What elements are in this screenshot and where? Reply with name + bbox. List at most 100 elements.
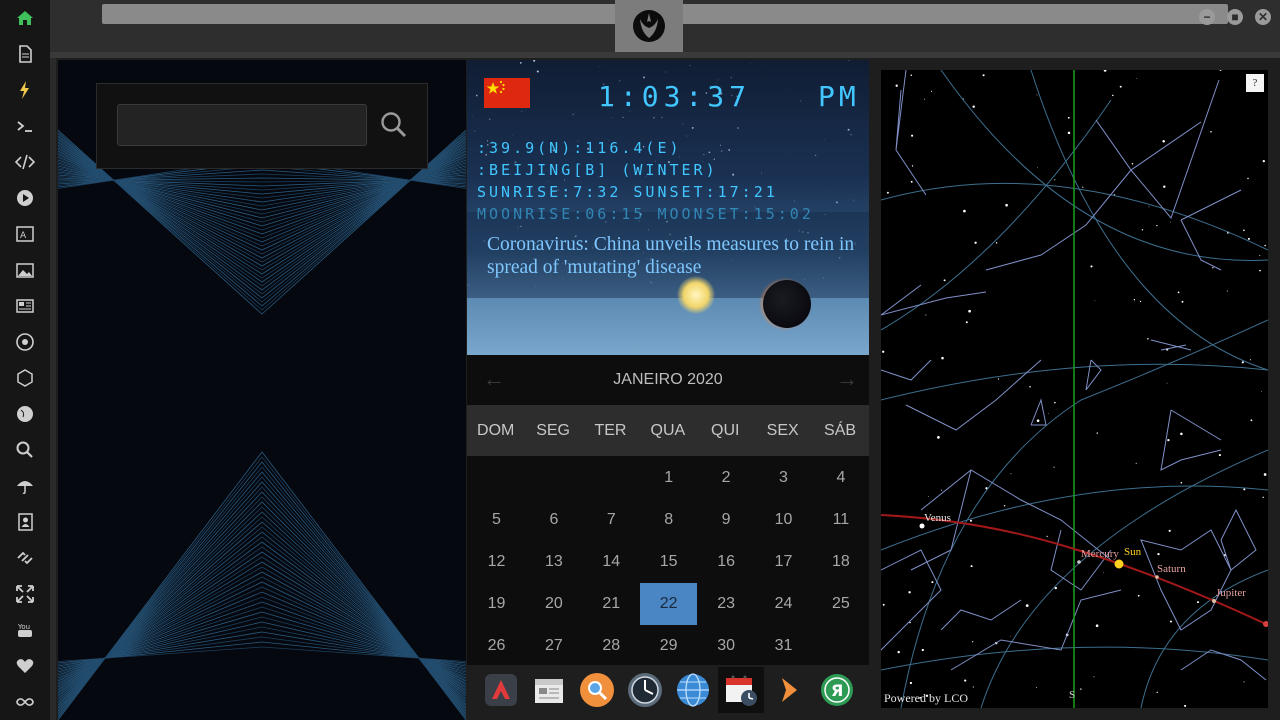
sun-marker[interactable] (1114, 559, 1124, 569)
south-direction-label: S (1069, 689, 1076, 701)
youtube-icon[interactable]: You (0, 612, 50, 648)
star (473, 130, 476, 133)
calendar-day[interactable]: 2 (698, 457, 755, 499)
calendar-day[interactable]: 15 (640, 541, 697, 583)
jupiter-marker[interactable] (1212, 599, 1216, 603)
calendar-day[interactable]: 24 (755, 583, 812, 625)
calendar-day[interactable]: 18 (812, 541, 869, 583)
calendar-day[interactable]: 12 (468, 541, 525, 583)
calendar-day[interactable]: 9 (698, 499, 755, 541)
search-button[interactable] (377, 108, 411, 142)
venus-marker[interactable] (919, 523, 925, 529)
coordinate-grid-line (1030, 70, 1268, 371)
star (713, 158, 715, 160)
star (1053, 466, 1055, 468)
calendar-day[interactable]: 10 (755, 499, 812, 541)
infinity-icon[interactable] (0, 684, 50, 720)
calendar-day[interactable]: 28 (583, 625, 640, 667)
link-icon[interactable] (0, 540, 50, 576)
calendar-day[interactable]: 26 (468, 625, 525, 667)
calendar-day[interactable]: 4 (812, 457, 869, 499)
mars-marker[interactable] (1263, 621, 1268, 627)
search-input[interactable] (117, 104, 367, 146)
expand-icon[interactable] (0, 576, 50, 612)
mercury-marker[interactable] (1077, 560, 1081, 564)
calendar-day[interactable]: 21 (583, 583, 640, 625)
star (737, 127, 739, 129)
umbrella-icon[interactable] (0, 468, 50, 504)
home-icon[interactable] (0, 0, 50, 36)
previous-month-arrow-icon[interactable]: ← (483, 366, 505, 392)
star (1010, 473, 1012, 475)
star (1169, 221, 1171, 223)
image-icon[interactable] (0, 252, 50, 288)
globe-icon[interactable] (0, 396, 50, 432)
calendar-day[interactable]: 13 (525, 541, 582, 583)
calendar-day[interactable]: 23 (698, 583, 755, 625)
calendar-day[interactable]: 7 (583, 499, 640, 541)
sky-map[interactable]: Venus Mercury Sun Saturn Jupiter S Power… (881, 70, 1268, 708)
chevron-line (58, 561, 466, 688)
calendar-day[interactable]: 17 (755, 541, 812, 583)
search-icon[interactable] (0, 432, 50, 468)
chevron-line (58, 167, 466, 215)
news-icon[interactable] (0, 288, 50, 324)
calendar-day[interactable]: 31 (755, 625, 812, 667)
clock-icon[interactable] (622, 667, 668, 713)
lightning-icon[interactable] (0, 72, 50, 108)
news-headline[interactable]: Coronavirus: China unveils measures to r… (487, 233, 857, 279)
star (546, 180, 548, 182)
globe-web-icon[interactable] (670, 667, 716, 713)
calendar-day[interactable]: 14 (583, 541, 640, 583)
hexagon-icon[interactable] (0, 360, 50, 396)
play-icon[interactable] (0, 180, 50, 216)
saturn-marker[interactable] (1155, 575, 1159, 579)
calendar-day[interactable]: 1 (640, 457, 697, 499)
translate-icon[interactable]: A (0, 216, 50, 252)
close-button[interactable]: ✕ (1255, 9, 1271, 25)
maximize-button[interactable]: ■ (1227, 9, 1243, 25)
yandex-icon[interactable]: Я (814, 667, 860, 713)
star (728, 149, 731, 151)
calendar-clock-icon[interactable] (718, 667, 764, 713)
calendar-day[interactable]: 3 (755, 457, 812, 499)
document-icon[interactable] (0, 36, 50, 72)
contacts-icon[interactable] (0, 504, 50, 540)
chevron-line (58, 506, 466, 704)
calendar-news-icon[interactable] (526, 667, 572, 713)
calendar-day-today[interactable]: 22 (640, 583, 698, 625)
calendar-day[interactable]: 8 (640, 499, 697, 541)
calendar-day[interactable]: 30 (698, 625, 755, 667)
calendar-day[interactable]: 19 (468, 583, 525, 625)
minimize-button[interactable]: − (1199, 9, 1215, 25)
calendar-day[interactable]: 11 (812, 499, 869, 541)
play-arrow-icon[interactable] (766, 667, 812, 713)
calendar-day[interactable]: 5 (468, 499, 525, 541)
calendar-day[interactable]: 27 (525, 625, 582, 667)
star (1264, 244, 1266, 247)
calendar-day[interactable]: 29 (640, 625, 697, 667)
powered-by-credit[interactable]: Powered by LCO (884, 691, 968, 706)
next-month-arrow-icon[interactable]: → (836, 366, 858, 392)
rebel-logo-tab[interactable] (615, 0, 683, 52)
search-app-icon[interactable] (574, 667, 620, 713)
moon-times-text: MOONRISE:06:15 MOONSET:15:02 (477, 205, 814, 223)
star (925, 314, 927, 316)
star (784, 91, 786, 92)
arch-icon[interactable] (478, 667, 524, 713)
calendar-day[interactable]: 20 (525, 583, 582, 625)
calendar-day[interactable]: 25 (812, 583, 869, 625)
star (472, 116, 473, 117)
terminal-icon[interactable] (0, 108, 50, 144)
code-icon[interactable] (0, 144, 50, 180)
calendar-day[interactable]: 6 (525, 499, 582, 541)
heart-icon[interactable] (0, 648, 50, 684)
help-button[interactable]: ? (1246, 74, 1264, 92)
star (1147, 338, 1149, 340)
star (1259, 269, 1261, 272)
star (1103, 70, 1107, 72)
star (1048, 412, 1049, 414)
calendar-day[interactable]: 16 (698, 541, 755, 583)
empire-icon[interactable] (0, 324, 50, 360)
star (665, 71, 667, 73)
